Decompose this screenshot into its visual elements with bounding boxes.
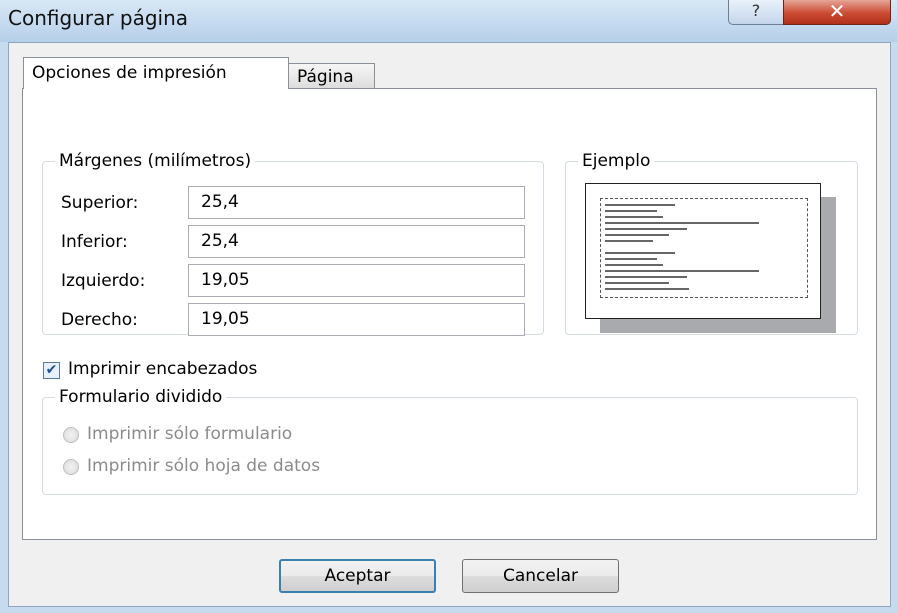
print-datasheet-only-label[interactable]: Imprimir sólo hoja de datos (87, 456, 320, 476)
preview-line (605, 276, 687, 278)
preview-printable-area (600, 198, 808, 298)
preview-line (605, 264, 663, 266)
preview-line (605, 282, 669, 284)
close-icon: ✕ (828, 0, 846, 23)
left-margin-input[interactable]: 19,05 (188, 264, 525, 297)
print-form-only-radio[interactable] (63, 427, 79, 443)
preview-line (605, 252, 675, 254)
page-preview (585, 183, 821, 319)
preview-line (605, 270, 759, 272)
dialog-body: Opciones de impresión Página Márgenes (m… (8, 42, 891, 607)
tab-page[interactable]: Página (288, 63, 375, 89)
print-form-only-label[interactable]: Imprimir sólo formulario (87, 424, 292, 444)
preview-line (605, 204, 675, 206)
top-margin-input[interactable]: 25,4 (188, 186, 525, 219)
left-margin-label: Izquierdo: (61, 271, 146, 291)
window-title: Configurar página (8, 6, 189, 30)
preview-line (605, 258, 657, 260)
example-legend: Ejemplo (582, 151, 651, 171)
margins-legend: Márgenes (milímetros) (59, 151, 252, 171)
split-form-legend: Formulario dividido (59, 387, 223, 407)
bottom-margin-input[interactable]: 25,4 (188, 225, 525, 258)
preview-line (605, 240, 653, 242)
preview-line (605, 222, 759, 224)
preview-line (605, 210, 657, 212)
print-datasheet-only-radio[interactable] (63, 459, 79, 475)
cancel-button[interactable]: Cancelar (462, 559, 619, 593)
ok-button[interactable]: Aceptar (279, 559, 436, 593)
preview-line (605, 234, 669, 236)
bottom-margin-label: Inferior: (61, 232, 128, 252)
close-button[interactable]: ✕ (783, 0, 891, 25)
help-icon: ? (751, 1, 761, 20)
top-margin-label: Superior: (61, 193, 139, 213)
right-margin-label: Derecho: (61, 310, 138, 330)
preview-line (605, 228, 687, 230)
right-margin-input[interactable]: 19,05 (188, 303, 525, 336)
help-button[interactable]: ? (728, 0, 784, 25)
title-bar[interactable]: Configurar página ? ✕ (0, 0, 897, 42)
preview-line (605, 216, 663, 218)
tab-print-options[interactable]: Opciones de impresión (23, 57, 289, 89)
tab-panel-print-options: Márgenes (milímetros) Superior: 25,4 Inf… (22, 88, 877, 540)
print-headings-label[interactable]: Imprimir encabezados (68, 359, 257, 379)
print-headings-checkbox[interactable]: ✔ (43, 362, 60, 379)
preview-line (605, 288, 689, 290)
